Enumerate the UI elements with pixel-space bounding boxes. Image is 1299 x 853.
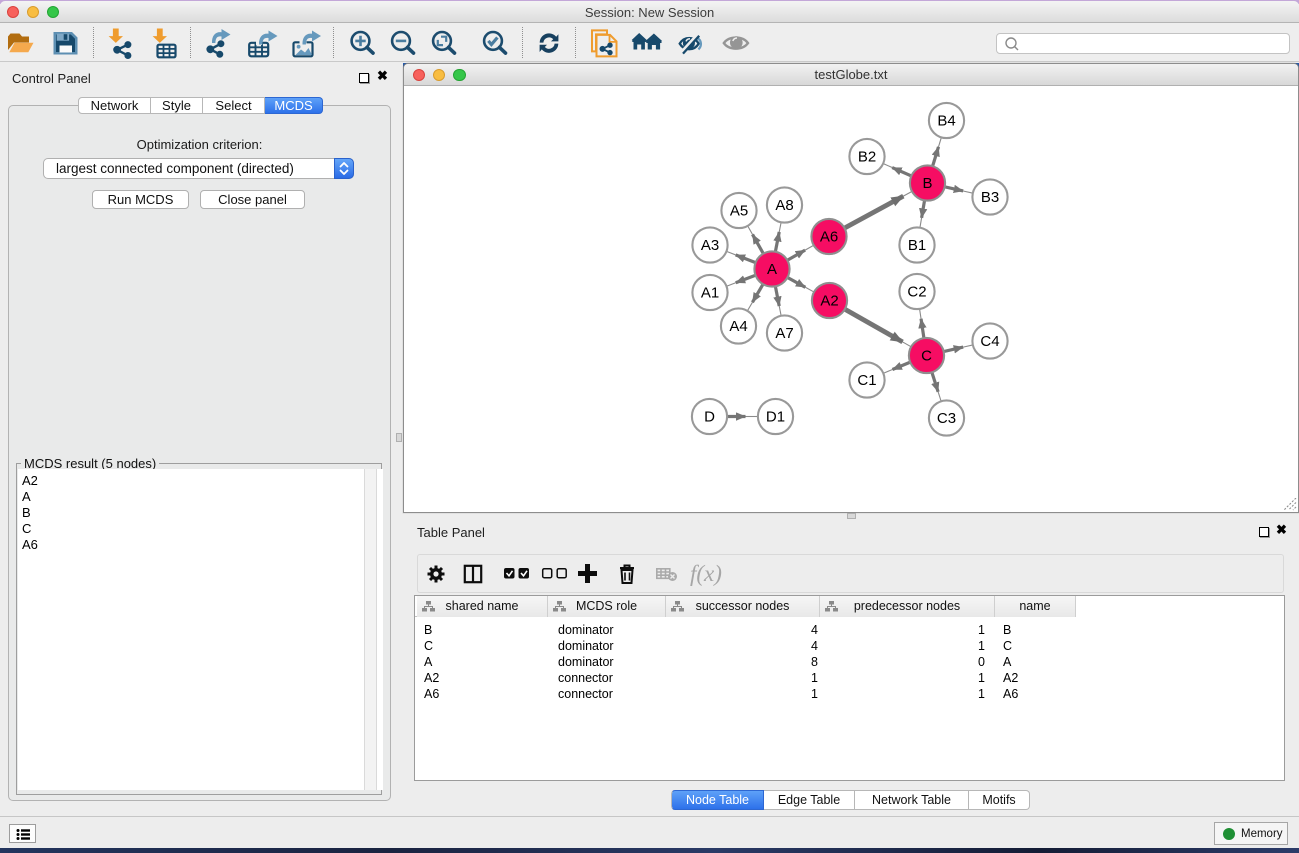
svg-text:A: A [767,261,777,278]
svg-text:A4: A4 [729,318,747,335]
svg-text:A3: A3 [701,237,719,254]
svg-text:A2: A2 [820,293,838,310]
svg-text:C: C [921,348,932,365]
svg-text:B: B [922,175,932,192]
svg-text:C4: C4 [980,333,999,350]
svg-text:C3: C3 [937,410,956,427]
svg-text:C1: C1 [857,372,876,389]
svg-text:f(x): f(x) [690,561,722,586]
svg-text:B4: B4 [937,113,955,130]
svg-text:A8: A8 [775,197,793,214]
svg-text:A1: A1 [701,285,719,302]
svg-text:B2: B2 [858,149,876,166]
svg-text:B1: B1 [908,237,926,254]
svg-text:D: D [704,409,715,426]
svg-text:D1: D1 [766,409,785,426]
svg-text:B3: B3 [981,189,999,206]
svg-text:A5: A5 [730,203,748,220]
svg-text:A6: A6 [820,229,838,246]
svg-text:A7: A7 [775,325,793,342]
svg-text:C2: C2 [907,284,926,301]
